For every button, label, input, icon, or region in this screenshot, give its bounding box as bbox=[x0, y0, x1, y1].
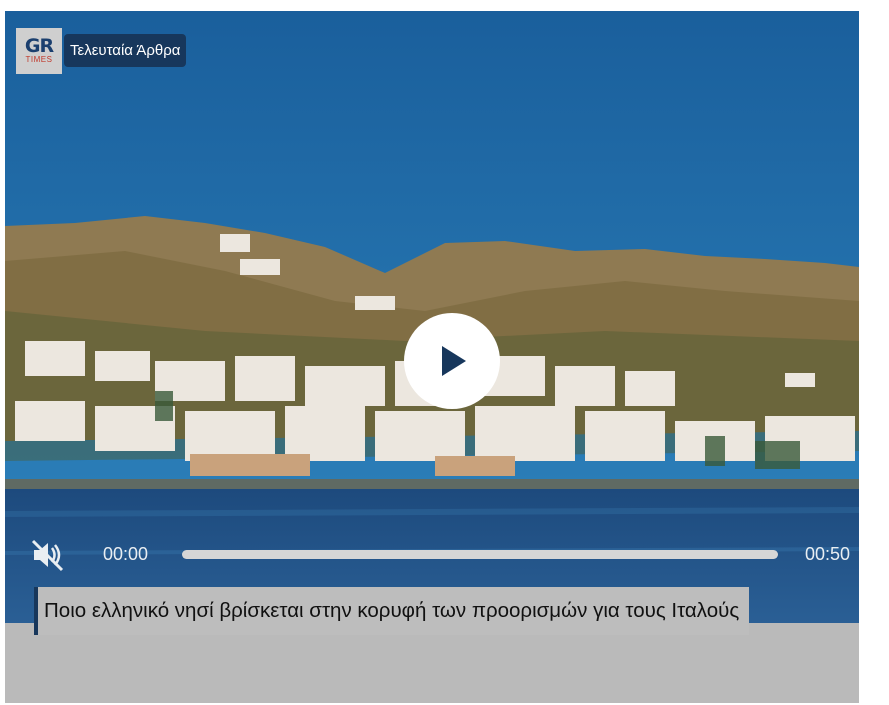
category-label[interactable]: Τελευταία Άρθρα bbox=[64, 34, 187, 67]
logo-text-times: TIMES bbox=[25, 55, 53, 64]
play-button[interactable] bbox=[404, 313, 500, 409]
play-icon bbox=[442, 346, 466, 376]
caption-background bbox=[5, 623, 859, 703]
article-title[interactable]: Ποιο ελληνικό νησί βρίσκεται στην κορυφή… bbox=[34, 587, 750, 635]
logo-text-gr: GR bbox=[24, 35, 54, 57]
gr-times-logo[interactable]: GR TIMES bbox=[16, 28, 62, 74]
duration: 00:50 bbox=[805, 544, 851, 564]
progress-bar[interactable] bbox=[182, 550, 778, 559]
mute-button[interactable] bbox=[29, 537, 65, 573]
video-player[interactable]: GR TIMES Τελευταία Άρθρα 00:00 00:50 bbox=[5, 11, 859, 623]
muted-speaker-icon bbox=[31, 539, 64, 572]
current-time: 00:00 bbox=[103, 544, 149, 564]
